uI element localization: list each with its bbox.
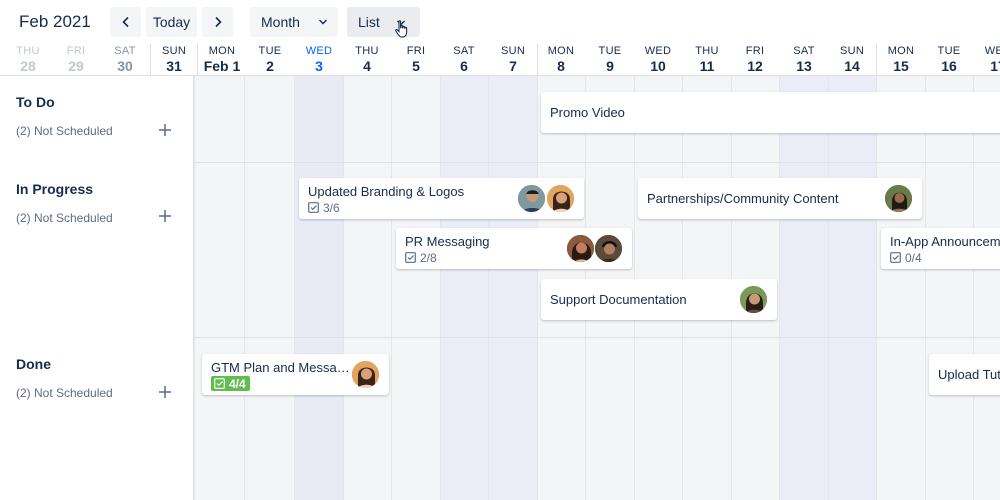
- card-title: GTM Plan and Messa…: [211, 360, 350, 375]
- avatar[interactable]: [517, 184, 546, 213]
- day-label: SUN 14: [839, 45, 865, 74]
- card-support-documentation[interactable]: Support Documentation: [541, 279, 777, 320]
- toolbar: Feb 2021 Today Month List: [0, 0, 1000, 44]
- day-label: FRI 29: [66, 45, 86, 74]
- chevron-right-icon: [214, 16, 222, 28]
- day-column[interactable]: [391, 76, 440, 500]
- card-title: PR Messaging: [405, 234, 490, 249]
- day-label: SUN 7: [500, 45, 526, 74]
- day-label: TUE 9: [598, 45, 622, 74]
- day-label: WED 10: [644, 45, 672, 74]
- avatar[interactable]: [351, 360, 380, 389]
- checklist-count: 3/6: [323, 200, 340, 215]
- day-label: THU 4: [355, 45, 379, 74]
- checklist-count: 2/8: [420, 250, 437, 265]
- day-label: SUN 31: [161, 45, 187, 74]
- checklist-icon: [214, 378, 225, 389]
- week-separator: [197, 42, 198, 75]
- day-column[interactable]: [973, 76, 1000, 500]
- today-button[interactable]: Today: [146, 7, 197, 37]
- checklist-icon: [405, 252, 416, 263]
- checklist-count: 4/4: [229, 376, 246, 391]
- card-upload-tutorial[interactable]: Upload Tut: [929, 354, 1000, 395]
- day-column-weekend[interactable]: [488, 76, 537, 500]
- week-separator: [876, 42, 877, 75]
- day-column-weekend[interactable]: [828, 76, 877, 500]
- card-title: In-App Announcem: [890, 234, 1000, 249]
- checklist-icon: [308, 202, 319, 213]
- current-month-title: Feb 2021: [19, 12, 91, 31]
- card-in-app-announcement[interactable]: In-App Announcem 0/4: [881, 228, 1000, 269]
- week-separator: [537, 42, 538, 75]
- day-header: THU 28 FRI 29 SAT 30 SUN 31 MON Feb 1 TUE 2 WE…: [0, 42, 1000, 76]
- avatar[interactable]: [884, 184, 913, 213]
- calendar-view: To Do (2) Not Scheduled In Progress (2) …: [0, 0, 1000, 500]
- checklist-count: 0/4: [905, 250, 922, 265]
- lane-in-progress: In Progress (2) Not Scheduled: [0, 163, 193, 337]
- plus-icon[interactable]: [157, 208, 173, 224]
- chevron-down-icon: [319, 19, 327, 25]
- avatar[interactable]: [546, 184, 575, 213]
- checklist-badge: 3/6: [308, 200, 340, 215]
- card-gtm-plan[interactable]: GTM Plan and Messa… 4/4: [202, 354, 389, 395]
- day-label: TUE 2: [258, 45, 282, 74]
- day-label: MON 15: [887, 45, 915, 74]
- checklist-badge: 0/4: [890, 250, 922, 265]
- day-column-weekend[interactable]: [779, 76, 828, 500]
- day-label: MON 8: [547, 45, 575, 74]
- previous-button[interactable]: [110, 7, 141, 37]
- checklist-badge-complete: 4/4: [211, 376, 250, 391]
- checklist-badge: 2/8: [405, 250, 437, 265]
- checklist-icon: [890, 252, 901, 263]
- day-label: FRI 12: [745, 45, 765, 74]
- week-separator: [150, 42, 151, 75]
- lane-to-do: To Do (2) Not Scheduled: [0, 76, 193, 162]
- day-label: MON Feb 1: [203, 45, 241, 74]
- card-updated-branding[interactable]: Updated Branding & Logos 3/6: [299, 178, 584, 219]
- next-button[interactable]: [202, 7, 233, 37]
- view-range-select[interactable]: Month: [250, 7, 338, 37]
- not-scheduled-link[interactable]: (2) Not Scheduled: [16, 386, 113, 400]
- view-mode-value: List: [358, 14, 380, 30]
- lane-title: In Progress: [16, 181, 94, 197]
- day-label: THU 11: [695, 45, 719, 74]
- day-label: FRI 5: [406, 45, 426, 74]
- avatar[interactable]: [739, 285, 768, 314]
- card-title: Partnerships/Community Content: [647, 191, 839, 206]
- lane-title: Done: [16, 356, 51, 372]
- not-scheduled-link[interactable]: (2) Not Scheduled: [16, 124, 113, 138]
- card-title: Promo Video: [550, 105, 625, 120]
- day-column[interactable]: [925, 76, 974, 500]
- day-column[interactable]: [194, 76, 243, 500]
- day-label: SAT 13: [793, 45, 815, 74]
- card-title: Support Documentation: [550, 292, 687, 307]
- lane-title: To Do: [16, 94, 55, 110]
- chevron-left-icon: [121, 16, 129, 28]
- day-label: TUE 16: [937, 45, 961, 74]
- lane-done: Done (2) Not Scheduled: [0, 338, 193, 500]
- avatar[interactable]: [594, 234, 623, 263]
- not-scheduled-link[interactable]: (2) Not Scheduled: [16, 211, 113, 225]
- plus-icon[interactable]: [157, 384, 173, 400]
- status-lanes: To Do (2) Not Scheduled In Progress (2) …: [0, 76, 194, 500]
- card-title: Upload Tut: [938, 367, 1000, 382]
- day-column[interactable]: [343, 76, 392, 500]
- day-label: SAT 6: [453, 45, 475, 74]
- avatar[interactable]: [566, 234, 595, 263]
- card-promo-video[interactable]: Promo Video: [541, 92, 1000, 133]
- day-column[interactable]: [876, 76, 925, 500]
- view-range-value: Month: [261, 14, 300, 30]
- card-pr-messaging[interactable]: PR Messaging 2/8: [396, 228, 632, 269]
- day-label-today: WED 3: [305, 45, 333, 74]
- hand-cursor-icon: [395, 20, 408, 38]
- day-column-weekend[interactable]: [440, 76, 489, 500]
- day-label: SAT 30: [114, 45, 136, 74]
- plus-icon[interactable]: [157, 122, 173, 138]
- day-label: WED17: [984, 45, 1000, 74]
- day-column-today[interactable]: [294, 76, 343, 500]
- day-label: THU 28: [16, 45, 40, 74]
- card-partnerships[interactable]: Partnerships/Community Content: [638, 178, 922, 219]
- card-title: Updated Branding & Logos: [308, 184, 465, 199]
- day-column[interactable]: [244, 76, 293, 500]
